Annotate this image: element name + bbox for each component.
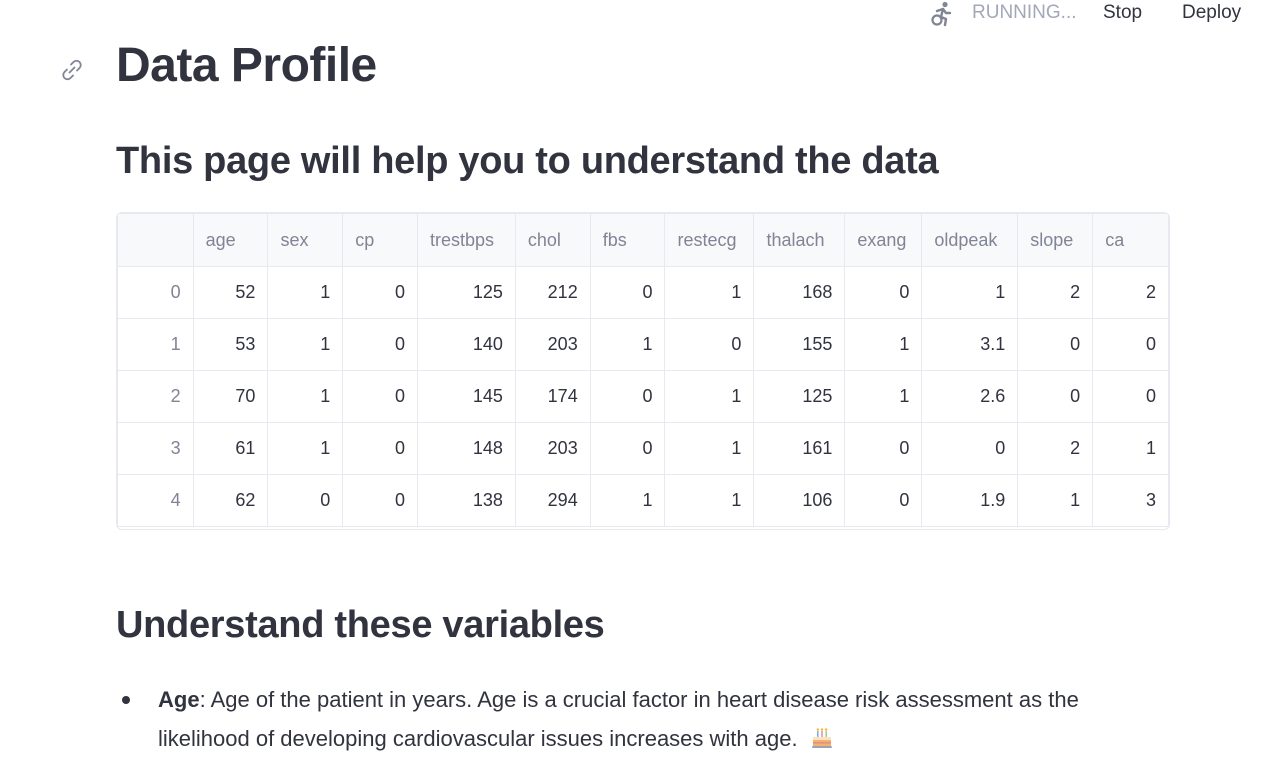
table-cell[interactable]: 0 bbox=[589, 370, 666, 423]
table-cell[interactable]: 1 bbox=[921, 266, 1019, 319]
column-header[interactable]: trestbps bbox=[416, 213, 516, 267]
page-title: Data Profile bbox=[116, 39, 377, 92]
table-cell[interactable]: 294 bbox=[514, 474, 591, 527]
table-cell[interactable]: 0 bbox=[1017, 318, 1094, 371]
table-cell[interactable]: 1 bbox=[267, 370, 344, 423]
variables-heading: Understand these variables bbox=[116, 604, 605, 646]
table-cell[interactable]: 212 bbox=[514, 266, 591, 319]
table-cell[interactable]: 61 bbox=[192, 422, 269, 475]
table-row: 3 61 1 0 148 203 0 1 161 0 0 2 1 bbox=[117, 422, 1169, 475]
table-cell[interactable]: 0 bbox=[267, 474, 344, 527]
table-cell[interactable]: 203 bbox=[514, 318, 591, 371]
row-index[interactable]: 3 bbox=[117, 422, 194, 475]
table-cell[interactable]: 0 bbox=[844, 266, 923, 319]
running-person-icon bbox=[931, 1, 952, 27]
row-index[interactable]: 0 bbox=[117, 266, 194, 319]
table-cell[interactable]: 1 bbox=[1017, 474, 1094, 527]
table-cell[interactable]: 53 bbox=[192, 318, 269, 371]
column-header[interactable]: oldpeak bbox=[921, 213, 1019, 267]
table-row: 2 70 1 0 145 174 0 1 125 1 2.6 0 0 bbox=[117, 370, 1169, 423]
table-cell[interactable]: 3 bbox=[1092, 474, 1169, 527]
table-cell[interactable]: 2.6 bbox=[921, 370, 1019, 423]
table-cell[interactable]: 70 bbox=[192, 370, 269, 423]
table-cell[interactable]: 1 bbox=[589, 318, 666, 371]
column-header[interactable] bbox=[117, 213, 194, 267]
table-cell[interactable]: 0 bbox=[844, 474, 923, 527]
row-index[interactable]: 4 bbox=[117, 474, 194, 527]
column-header[interactable]: fbs bbox=[589, 213, 666, 267]
table-cell[interactable]: 0 bbox=[589, 422, 666, 475]
table-cell[interactable]: 0 bbox=[844, 422, 923, 475]
column-header[interactable]: sex bbox=[267, 213, 344, 267]
deploy-button[interactable]: Deploy bbox=[1182, 2, 1241, 24]
table-cell[interactable]: 1 bbox=[267, 266, 344, 319]
column-header[interactable]: restecg bbox=[664, 213, 755, 267]
table-row: 1 53 1 0 140 203 1 0 155 1 3.1 0 0 bbox=[117, 318, 1169, 371]
table-cell[interactable]: 2 bbox=[1092, 266, 1169, 319]
table-cell[interactable]: 168 bbox=[753, 266, 846, 319]
table-cell[interactable]: 0 bbox=[1092, 318, 1169, 371]
table-cell[interactable]: 0 bbox=[664, 318, 755, 371]
table-row: 0 52 1 0 125 212 0 1 168 0 1 2 2 bbox=[117, 266, 1169, 319]
row-index[interactable]: 2 bbox=[117, 370, 194, 423]
table-cell[interactable]: 2 bbox=[1017, 422, 1094, 475]
stop-button[interactable]: Stop bbox=[1103, 2, 1142, 24]
table-cell[interactable]: 0 bbox=[342, 370, 418, 423]
birthday-cake-icon bbox=[811, 728, 832, 748]
table-cell[interactable]: 1 bbox=[1092, 422, 1169, 475]
variable-term: Age bbox=[158, 687, 200, 712]
table-cell[interactable]: 106 bbox=[753, 474, 846, 527]
table-cell[interactable]: 0 bbox=[342, 474, 418, 527]
table-cell[interactable]: 1 bbox=[664, 422, 755, 475]
table-cell[interactable]: 0 bbox=[1092, 370, 1169, 423]
table-cell[interactable]: 174 bbox=[514, 370, 591, 423]
link-icon[interactable] bbox=[58, 56, 86, 84]
list-item: Age: Age of the patient in years. Age is… bbox=[122, 680, 1138, 758]
table-cell[interactable]: 125 bbox=[753, 370, 846, 423]
table-cell[interactable]: 3.1 bbox=[921, 318, 1019, 371]
table-cell[interactable]: 0 bbox=[921, 422, 1019, 475]
running-status: RUNNING... bbox=[972, 2, 1077, 23]
column-header[interactable]: age bbox=[192, 213, 269, 267]
table-cell[interactable]: 203 bbox=[514, 422, 591, 475]
data-table[interactable]: age sex cp trestbps chol fbs restecg tha… bbox=[116, 212, 1170, 530]
table-cell[interactable]: 155 bbox=[753, 318, 846, 371]
variables-list: Age: Age of the patient in years. Age is… bbox=[116, 680, 1138, 758]
table-cell[interactable]: 125 bbox=[416, 266, 516, 319]
column-header[interactable]: cp bbox=[342, 213, 418, 267]
table-cell[interactable]: 0 bbox=[589, 266, 666, 319]
column-header[interactable]: thalach bbox=[753, 213, 846, 267]
table-header-row: age sex cp trestbps chol fbs restecg tha… bbox=[117, 213, 1169, 267]
table-cell[interactable]: 52 bbox=[192, 266, 269, 319]
table-cell[interactable]: 138 bbox=[416, 474, 516, 527]
table-cell[interactable]: 0 bbox=[342, 422, 418, 475]
table-cell[interactable]: 1 bbox=[844, 370, 923, 423]
table-cell[interactable]: 1 bbox=[664, 474, 755, 527]
table-cell[interactable]: 140 bbox=[416, 318, 516, 371]
column-header[interactable]: chol bbox=[514, 213, 591, 267]
table-cell[interactable]: 145 bbox=[416, 370, 516, 423]
table-cell[interactable]: 1 bbox=[664, 370, 755, 423]
table-cell[interactable]: 0 bbox=[342, 318, 418, 371]
table-cell[interactable]: 1 bbox=[844, 318, 923, 371]
table-cell[interactable]: 1 bbox=[267, 422, 344, 475]
table-row: 4 62 0 0 138 294 1 1 106 0 1.9 1 3 bbox=[117, 474, 1169, 527]
table-cell[interactable]: 1 bbox=[589, 474, 666, 527]
variable-description: : Age of the patient in years. Age is a … bbox=[158, 687, 1079, 751]
column-header[interactable]: exang bbox=[844, 213, 923, 267]
table-cell[interactable]: 2 bbox=[1017, 266, 1094, 319]
table-cell[interactable]: 1 bbox=[664, 266, 755, 319]
table-cell[interactable]: 1.9 bbox=[921, 474, 1019, 527]
column-header[interactable]: slope bbox=[1017, 213, 1094, 267]
column-header[interactable]: ca bbox=[1092, 213, 1169, 267]
table-cell[interactable]: 62 bbox=[192, 474, 269, 527]
page-subtitle: This page will help you to understand th… bbox=[116, 140, 939, 182]
table-cell[interactable]: 148 bbox=[416, 422, 516, 475]
row-index[interactable]: 1 bbox=[117, 318, 194, 371]
table-cell[interactable]: 1 bbox=[267, 318, 344, 371]
table-cell[interactable]: 161 bbox=[753, 422, 846, 475]
table-cell[interactable]: 0 bbox=[1017, 370, 1094, 423]
table-cell[interactable]: 0 bbox=[342, 266, 418, 319]
